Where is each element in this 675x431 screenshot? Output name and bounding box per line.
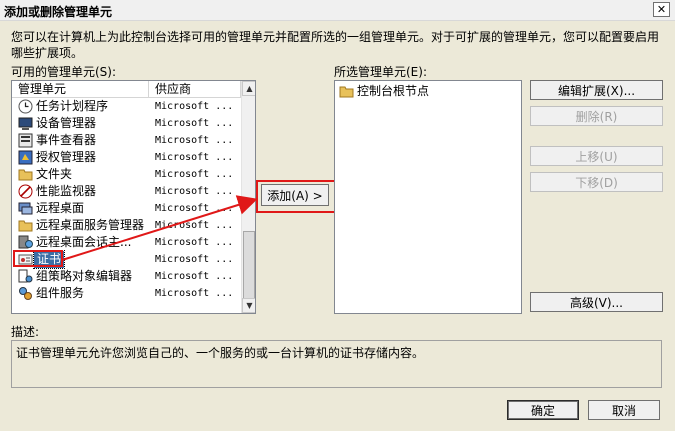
title-bar: 添加或删除管理单元 ✕ <box>0 0 675 21</box>
snapin-vendor: Microsoft ... <box>155 152 234 163</box>
available-label: 可用的管理单元(S): <box>11 65 117 79</box>
snapin-vendor: Microsoft ... <box>155 118 234 129</box>
snapin-name: 事件查看器 <box>36 133 97 147</box>
certificate-annotation <box>13 250 63 267</box>
snapin-vendor: Microsoft ... <box>155 220 234 231</box>
snapin-name: 授权管理器 <box>36 150 97 164</box>
add-button-annotation <box>256 180 338 213</box>
snapin-vendor: Microsoft ... <box>155 203 234 214</box>
list-item[interactable]: 设备管理器 Microsoft ... <box>12 115 241 132</box>
list-item[interactable]: 文件夹 Microsoft ... <box>12 166 241 183</box>
selected-label: 所选管理单元(E): <box>334 65 427 79</box>
close-button[interactable]: ✕ <box>653 2 670 17</box>
close-icon: ✕ <box>656 3 667 16</box>
vertical-scrollbar[interactable]: ▲ ▼ <box>241 81 255 313</box>
folder-icon <box>18 220 33 232</box>
description-text: 证书管理单元允许您浏览自己的、一个服务的或一台计算机的证书存储内容。 <box>16 346 425 360</box>
scroll-down-arrow-icon[interactable]: ▼ <box>242 298 255 313</box>
event-viewer-icon <box>18 133 33 148</box>
snapin-name: 任务计划程序 <box>36 99 109 113</box>
ok-button[interactable]: 确定 <box>507 400 579 420</box>
intro-text: 您可以在计算机上为此控制台选择可用的管理单元并配置所选的一组管理单元。对于可扩展… <box>11 30 660 60</box>
list-item[interactable]: 远程桌面 Microsoft ... <box>12 200 241 217</box>
snapin-name: 文件夹 <box>36 167 73 181</box>
list-item[interactable]: 组件服务 Microsoft ... <box>12 285 241 302</box>
advanced-button[interactable]: 高级(V)... <box>530 292 663 312</box>
snapin-name: 远程桌面 <box>36 201 85 215</box>
snapin-vendor: Microsoft ... <box>155 254 234 265</box>
authorization-icon <box>18 150 33 165</box>
snapin-vendor: Microsoft ... <box>155 271 234 282</box>
snapin-vendor: Microsoft ... <box>155 237 234 248</box>
group-policy-icon <box>18 269 33 283</box>
list-item[interactable]: 事件查看器 Microsoft ... <box>12 132 241 149</box>
move-down-button[interactable]: 下移(D) <box>530 172 663 192</box>
column-header-name[interactable]: 管理单元 <box>12 81 149 98</box>
move-up-button[interactable]: 上移(U) <box>530 146 663 166</box>
cancel-button[interactable]: 取消 <box>588 400 660 420</box>
selected-item-label: 控制台根节点 <box>357 84 430 98</box>
remote-desktop-icon <box>18 202 33 215</box>
list-item[interactable]: 授权管理器 Microsoft ... <box>12 149 241 166</box>
folder-icon <box>339 86 354 98</box>
list-item[interactable]: 远程桌面服务管理器 Microsoft ... <box>12 217 241 234</box>
clock-icon <box>18 99 33 114</box>
description-label: 描述: <box>11 325 40 339</box>
performance-icon <box>18 184 33 199</box>
snapin-name: 远程桌面会话主... <box>36 235 132 249</box>
session-host-icon <box>18 235 33 249</box>
scroll-thumb[interactable] <box>243 231 255 301</box>
snapin-name: 设备管理器 <box>36 116 97 130</box>
snapin-vendor: Microsoft ... <box>155 135 234 146</box>
column-header-vendor[interactable]: 供应商 <box>149 81 241 98</box>
available-rows: 任务计划程序 Microsoft ... 设备管理器 Microsoft ... 事件查… <box>12 98 241 302</box>
device-manager-icon <box>18 117 33 130</box>
list-item[interactable]: 远程桌面会话主... Microsoft ... <box>12 234 241 251</box>
edit-extensions-button[interactable]: 编辑扩展(X)... <box>530 80 663 100</box>
description-box: 证书管理单元允许您浏览自己的、一个服务的或一台计算机的证书存储内容。 <box>11 340 662 388</box>
snapin-vendor: Microsoft ... <box>155 288 234 299</box>
snapin-name: 组策略对象编辑器 <box>36 269 133 283</box>
list-item[interactable]: 任务计划程序 Microsoft ... <box>12 98 241 115</box>
snapin-vendor: Microsoft ... <box>155 186 234 197</box>
snapin-name: 远程桌面服务管理器 <box>36 218 145 232</box>
remove-button[interactable]: 删除(R) <box>530 106 663 126</box>
available-snapins-list[interactable]: 管理单元 供应商 任务计划程序 Microsoft ... 设备管理器 Microso… <box>11 80 256 314</box>
list-item[interactable]: 组策略对象编辑器 Microsoft ... <box>12 268 241 285</box>
folder-icon <box>18 169 33 181</box>
selected-snapins-list[interactable]: 控制台根节点 <box>334 80 522 314</box>
component-services-icon <box>19 287 32 300</box>
snapin-name: 组件服务 <box>36 286 85 300</box>
snapin-vendor: Microsoft ... <box>155 101 234 112</box>
list-item[interactable]: 性能监视器 Microsoft ... <box>12 183 241 200</box>
snapin-name: 性能监视器 <box>36 184 97 198</box>
snapin-vendor: Microsoft ... <box>155 169 234 180</box>
scroll-up-arrow-icon[interactable]: ▲ <box>242 81 255 96</box>
window-title: 添加或删除管理单元 <box>4 5 113 19</box>
